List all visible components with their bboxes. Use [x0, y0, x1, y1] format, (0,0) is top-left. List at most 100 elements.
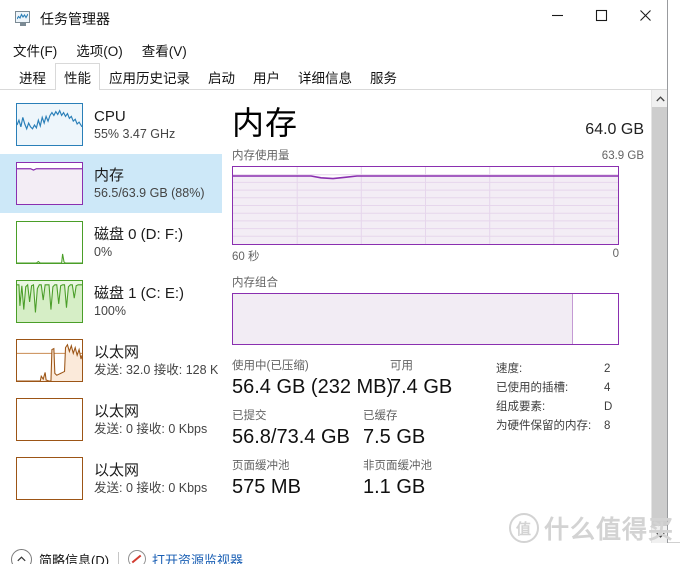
disk0-sparkline-icon — [17, 253, 82, 263]
tab-app-history[interactable]: 应用历史记录 — [100, 63, 199, 90]
menu-bar: 文件(F) 选项(O) 查看(V) — [0, 38, 667, 62]
tab-processes[interactable]: 进程 — [10, 63, 55, 90]
close-icon — [639, 10, 651, 21]
sidebar-ethernet3-subtitle: 发送: 0 接收: 0 Kbps — [94, 480, 208, 495]
stat-cached-label: 已缓存 — [363, 410, 398, 422]
hw-reserved-value: 8 — [604, 420, 611, 432]
hw-form-factor-value: D — [604, 401, 613, 413]
axis-right-label: 0 — [612, 248, 619, 260]
maximize-button[interactable] — [579, 0, 623, 31]
tab-services[interactable]: 服务 — [361, 63, 406, 90]
stat-available: 可用 7.4 GB — [390, 359, 452, 400]
cpu-sparkline-icon — [17, 109, 82, 131]
footer-divider — [118, 551, 120, 564]
memory-detail-panel: 内存 64.0 GB 内存使用量 63.9 GB 60 秒 0 内存组合 使用中… — [222, 90, 667, 543]
minimize-button[interactable] — [535, 0, 579, 31]
stat-nonpaged-pool-value: 1.1 GB — [363, 476, 426, 498]
hw-speed-key: 速度: — [496, 363, 523, 375]
title-bar[interactable]: 任务管理器 — [0, 0, 667, 38]
tab-performance[interactable]: 性能 — [55, 63, 100, 91]
sidebar-ethernet1-subtitle: 发送: 32.0 接收: 128 K — [94, 362, 219, 377]
ethernet1-sparkline-icon — [17, 343, 82, 381]
maximize-icon — [595, 9, 607, 22]
memory-thumbnail-graph — [16, 162, 83, 205]
sidebar-ethernet2-title: 以太网 — [94, 402, 140, 420]
sidebar-item-ethernet-1[interactable]: 以太网 发送: 32.0 接收: 128 K — [0, 331, 222, 390]
composition-title: 内存组合 — [232, 277, 278, 289]
stat-cached-value: 7.5 GB — [363, 426, 426, 448]
composition-in-use-segment — [233, 294, 573, 344]
task-manager-window: 任务管理器 文件(F) 选项(O) 查看(V) 进程 性能 应用历史记录 启动 … — [0, 0, 668, 564]
sidebar-memory-subtitle: 56.5/63.9 GB (88%) — [94, 185, 205, 200]
stat-in-use: 使用中(已压缩) 56.4 GB (232 MB) — [232, 359, 394, 400]
usage-graph-labels: 内存使用量 63.9 GB — [232, 147, 652, 163]
cpu-thumbnail-graph — [16, 103, 83, 146]
menu-options[interactable]: 选项(O) — [76, 40, 123, 60]
sidebar-ethernet3-title: 以太网 — [94, 461, 140, 479]
sidebar-disk0-title: 磁盘 0 (D: F:) — [94, 225, 184, 243]
memory-stats-left: 使用中(已压缩) 56.4 GB (232 MB) 可用 7.4 GB 已提交 … — [232, 359, 490, 509]
stat-nonpaged-pool-label: 非页面缓冲池 — [363, 460, 432, 472]
hw-speed-value: 2 — [604, 363, 611, 375]
tab-users[interactable]: 用户 — [244, 63, 289, 90]
usage-graph-title: 内存使用量 — [232, 150, 290, 162]
hw-speed: 速度: 2 — [496, 360, 652, 379]
memory-usage-graph[interactable] — [232, 166, 619, 245]
stat-committed: 已提交 56.8/73.4 GB — [232, 409, 363, 450]
menu-view[interactable]: 查看(V) — [142, 40, 187, 60]
minimize-icon — [551, 14, 563, 17]
stat-available-label: 可用 — [390, 360, 413, 372]
usage-graph-max: 63.9 GB — [601, 150, 644, 162]
memory-hardware-info: 速度: 2 已使用的插槽: 4 组成要素: D 为硬件保留的内存: 8 — [490, 359, 652, 509]
tab-details[interactable]: 详细信息 — [289, 63, 361, 90]
page-title: 内存 — [232, 105, 299, 141]
stat-nonpaged-pool: 非页面缓冲池 1.1 GB — [363, 459, 432, 500]
performance-sidebar: CPU 55% 3.47 GHz 内存 56.5/63.9 GB (88%) 磁… — [0, 90, 222, 543]
disk1-thumbnail-graph — [16, 280, 83, 323]
stat-cached: 已缓存 7.5 GB — [363, 409, 425, 450]
stat-committed-label: 已提交 — [232, 410, 267, 422]
stat-in-use-value: 56.4 GB (232 MB) — [232, 376, 394, 398]
stat-in-use-label: 使用中(已压缩) — [232, 360, 309, 372]
axis-left-label: 60 秒 — [232, 251, 260, 263]
sidebar-item-ethernet-2[interactable]: 以太网 发送: 0 接收: 0 Kbps — [0, 390, 222, 449]
usage-graph-axis: 60 秒 0 — [232, 248, 619, 264]
memory-stats: 使用中(已压缩) 56.4 GB (232 MB) 可用 7.4 GB 已提交 … — [232, 359, 652, 509]
ethernet1-thumbnail-graph — [16, 339, 83, 382]
window-title: 任务管理器 — [40, 11, 110, 27]
stat-committed-value: 56.8/73.4 GB — [232, 426, 350, 448]
vertical-scrollbar[interactable] — [651, 90, 667, 543]
sidebar-disk1-title: 磁盘 1 (C: E:) — [94, 284, 185, 302]
scroll-down-arrow-icon[interactable] — [652, 526, 667, 543]
sidebar-item-ethernet-3[interactable]: 以太网 发送: 0 接收: 0 Kbps — [0, 449, 222, 508]
sidebar-item-disk1[interactable]: 磁盘 1 (C: E:) 100% — [0, 272, 222, 331]
memory-usage-chart — [233, 167, 618, 244]
sidebar-item-disk0[interactable]: 磁盘 0 (D: F:) 0% — [0, 213, 222, 272]
sidebar-cpu-title: CPU — [94, 107, 126, 125]
scrollbar-thumb[interactable] — [652, 107, 667, 526]
memory-header: 内存 64.0 GB — [232, 104, 652, 142]
chevron-up-icon[interactable] — [11, 548, 32, 564]
memory-composition-bar[interactable] — [232, 293, 619, 345]
fewer-details-button[interactable]: 简略信息(D) — [39, 550, 109, 564]
scroll-up-arrow-icon[interactable] — [652, 90, 667, 107]
sidebar-ethernet2-subtitle: 发送: 0 接收: 0 Kbps — [94, 421, 208, 436]
hw-form-factor: 组成要素: D — [496, 398, 652, 417]
tab-bar: 进程 性能 应用历史记录 启动 用户 详细信息 服务 — [0, 62, 667, 91]
sidebar-item-memory[interactable]: 内存 56.5/63.9 GB (88%) — [0, 154, 222, 213]
memory-total: 64.0 GB — [585, 121, 644, 138]
sidebar-memory-title: 内存 — [94, 166, 125, 184]
sidebar-item-cpu[interactable]: CPU 55% 3.47 GHz — [0, 95, 222, 154]
hw-form-factor-key: 组成要素: — [496, 401, 546, 413]
menu-file[interactable]: 文件(F) — [13, 40, 57, 60]
sidebar-cpu-subtitle: 55% 3.47 GHz — [94, 126, 176, 141]
open-resource-monitor-link[interactable]: 打开资源监视器 — [152, 550, 243, 564]
stat-paged-pool-label: 页面缓冲池 — [232, 460, 290, 472]
hw-slots-used: 已使用的插槽: 4 — [496, 379, 652, 398]
window-footer: 简略信息(D) 打开资源监视器 — [0, 543, 667, 564]
window-controls — [535, 0, 667, 38]
close-button[interactable] — [623, 0, 667, 31]
tab-startup[interactable]: 启动 — [199, 63, 244, 90]
memory-sparkline-icon — [17, 163, 82, 204]
task-manager-icon — [14, 11, 32, 27]
